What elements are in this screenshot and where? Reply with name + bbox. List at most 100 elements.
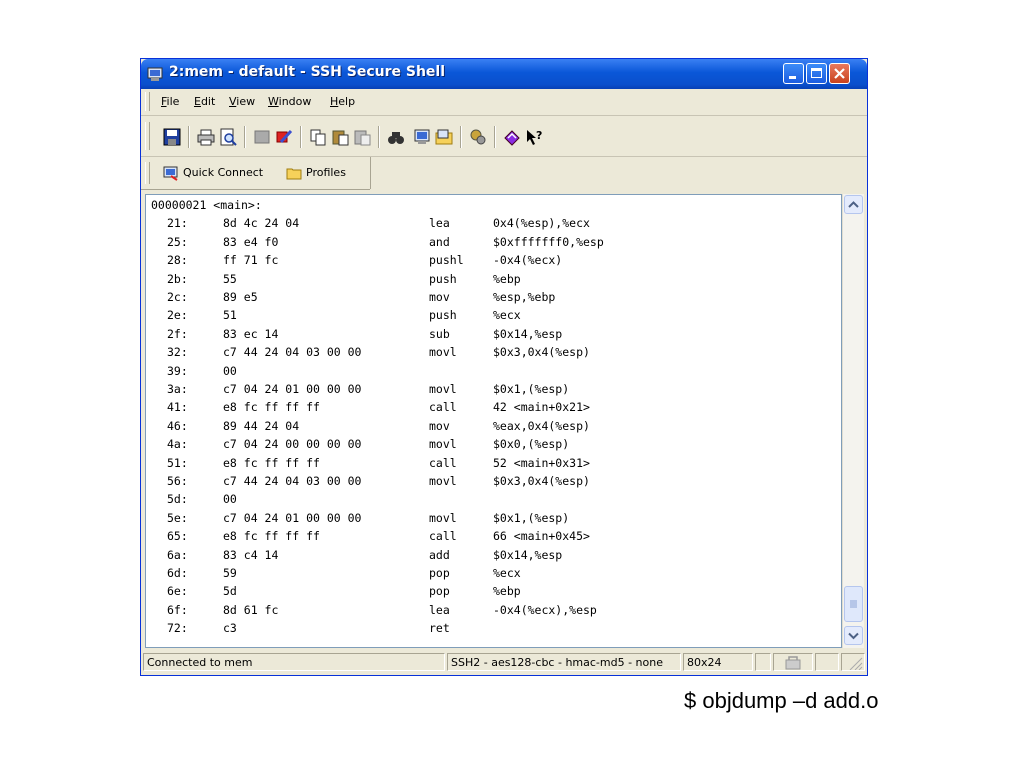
terminal-bytes: 51 [223, 308, 237, 323]
menu-file-rest: ile [166, 95, 180, 108]
menu-edit[interactable]: Edit [194, 95, 215, 108]
terminal-addr: 6d: [167, 566, 188, 580]
terminal-args: 66 <main+0x45> [493, 529, 590, 544]
paste-icon[interactable] [331, 128, 349, 146]
terminal-op: sub [429, 326, 450, 341]
terminal-bytes: 8d 61 fc [223, 602, 279, 617]
terminal-bytes: 00 [223, 363, 237, 378]
terminal-bytes: e8 fc ff ff ff [223, 455, 320, 470]
save-icon[interactable] [163, 128, 181, 146]
menu-file[interactable]: File [161, 95, 179, 108]
terminal-op: pop [429, 584, 450, 599]
scroll-down-button[interactable] [844, 626, 863, 645]
terminal-bytes: c7 04 24 01 00 00 00 [223, 510, 362, 525]
terminal-bytes: e8 fc ff ff ff [223, 400, 320, 415]
menubar-grip[interactable] [145, 92, 150, 111]
resize-grip[interactable] [841, 653, 865, 671]
menu-help-rest: elp [338, 95, 356, 108]
minimize-button[interactable] [783, 63, 804, 84]
terminal-op: mov [429, 290, 450, 304]
terminal-op: movl [429, 382, 457, 396]
settings-icon[interactable] [469, 128, 487, 146]
terminal-op: call [429, 455, 457, 470]
terminal-op: add [429, 547, 450, 562]
terminal-args: -0x4(%ecx),%esp [493, 602, 597, 617]
folder-icon [286, 168, 302, 180]
help-icon[interactable] [503, 128, 521, 146]
terminal-addr: 2e: [167, 308, 188, 323]
find-icon[interactable] [387, 128, 405, 146]
print-icon[interactable] [197, 128, 215, 146]
terminal-args: -0x4(%ecx) [493, 253, 563, 268]
menu-edit-mnemonic: E [194, 95, 201, 108]
terminal-addr: 28: [167, 253, 188, 268]
close-icon [834, 68, 845, 79]
profiles-bar: Quick Connect Profiles [141, 157, 371, 189]
toolbar-separator [378, 126, 380, 148]
terminal-op: call [429, 529, 457, 544]
close-button[interactable] [829, 63, 850, 84]
command-caption: $ objdump –d add.o [684, 688, 879, 713]
copy-icon[interactable] [309, 128, 327, 146]
menu-help[interactable]: Help [330, 95, 355, 108]
terminal-addr: 2c: [167, 290, 188, 304]
toolbar-separator [300, 126, 302, 148]
terminal-op: pop [429, 566, 450, 580]
terminal-op: pushl [429, 253, 464, 268]
menu-view[interactable]: View [229, 95, 255, 108]
terminal-op: call [429, 400, 457, 415]
toolbar-grip[interactable] [145, 122, 150, 150]
new-file-transfer-icon[interactable] [435, 128, 453, 146]
terminal-args: $0x14,%esp [493, 326, 563, 341]
terminal-addr: 72: [167, 621, 188, 636]
terminal-op: movl [429, 510, 457, 525]
whats-this-icon[interactable]: ? [525, 128, 543, 146]
terminal-addr: 2f: [167, 326, 188, 341]
terminal-bytes: 83 ec 14 [223, 326, 279, 341]
status-terminal-size: 80x24 [683, 653, 753, 671]
terminal-args: $0x1,(%esp) [493, 510, 570, 525]
status-empty-panel [755, 653, 771, 671]
svg-text:?: ? [536, 129, 542, 142]
maximize-button[interactable] [806, 63, 827, 84]
new-terminal-icon[interactable] [413, 128, 431, 146]
terminal-bytes: 89 e5 [223, 290, 258, 304]
terminal-addr: 56: [167, 474, 188, 488]
terminal-args: %ecx [493, 308, 521, 323]
profiles-bar-grip[interactable] [145, 162, 150, 184]
terminal-args: %ebp [493, 271, 521, 286]
vertical-scrollbar[interactable] [842, 194, 864, 648]
scroll-up-button[interactable] [844, 195, 863, 214]
resize-grip-icon [849, 657, 863, 670]
terminal-op: lea [429, 602, 450, 617]
terminal-bytes: 5d [223, 584, 237, 599]
terminal-args: %ecx [493, 566, 521, 580]
terminal-addr: 32: [167, 345, 188, 360]
paste-special-icon[interactable] [353, 128, 371, 146]
menu-window[interactable]: Window [268, 95, 311, 108]
menu-window-rest: indow [278, 95, 312, 108]
minimize-icon [789, 76, 796, 79]
print-preview-icon[interactable] [219, 128, 237, 146]
terminal-bytes: 55 [223, 271, 237, 286]
profiles-button[interactable]: Profiles [286, 162, 366, 184]
terminal-addr: 65: [167, 529, 188, 544]
quick-connect-button[interactable]: Quick Connect [163, 162, 273, 184]
terminal-bytes: 59 [223, 566, 237, 580]
quick-connect-icon [163, 166, 178, 181]
terminal-op: movl [429, 437, 457, 452]
menu-window-mnemonic: W [268, 95, 279, 108]
terminal-addr: 3a: [167, 382, 188, 396]
terminal-output[interactable]: 00000021 <main>: 21: 8d 4c 24 04 lea 0x4(%e… [145, 194, 842, 648]
quick-disconnect-icon[interactable] [275, 128, 293, 146]
title-bar[interactable]: 2:mem - default - SSH Secure Shell [141, 59, 867, 89]
grip-lines-icon [850, 600, 857, 608]
terminal-bytes: c7 44 24 04 03 00 00 [223, 474, 362, 488]
disconnect-icon[interactable] [253, 128, 271, 146]
terminal-op: mov [429, 418, 450, 433]
terminal-header-line: 00000021 <main>: [151, 198, 262, 212]
terminal-op: lea [429, 216, 450, 231]
terminal-op: push [429, 271, 457, 286]
terminal-addr: 25: [167, 234, 188, 249]
scroll-thumb[interactable] [844, 586, 863, 622]
